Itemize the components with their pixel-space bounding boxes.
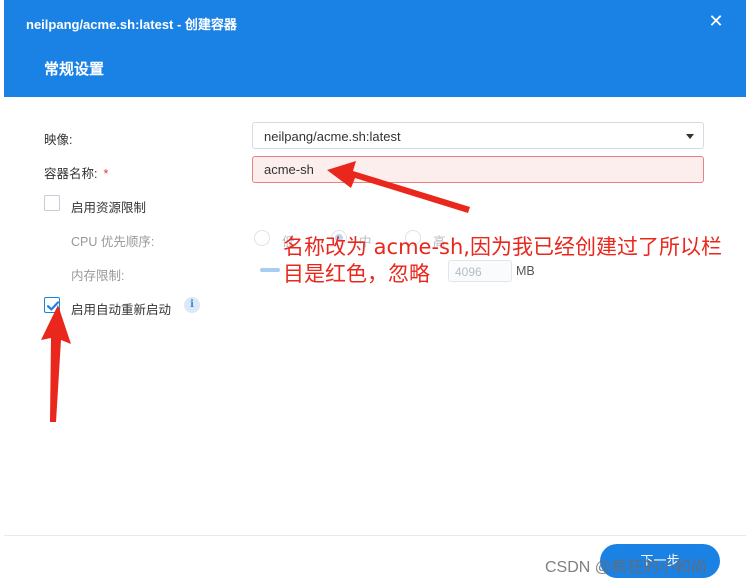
image-select[interactable]: neilpang/acme.sh:latest: [252, 122, 704, 149]
memory-slider[interactable]: [260, 268, 280, 272]
auto-restart-label: 启用自动重新启动: [71, 303, 172, 317]
tab-general-settings[interactable]: 常规设置: [44, 58, 104, 79]
close-icon[interactable]: ✕: [708, 12, 724, 30]
image-label: 映像:: [44, 133, 73, 147]
resource-limit-checkbox[interactable]: [44, 195, 60, 211]
resource-limit-label: 启用资源限制: [71, 201, 147, 215]
dialog-header: neilpang/acme.sh:latest - 创建容器 ✕ 常规设置: [4, 0, 746, 97]
container-name-input[interactable]: [252, 156, 704, 183]
auto-restart-checkbox[interactable]: [44, 297, 60, 313]
annotation-text: 名称改为 acme-sh,因为我已经创建过了所以栏目是红色，忽略: [283, 235, 722, 286]
image-select-value: neilpang/acme.sh:latest: [264, 129, 401, 144]
footer-divider: [4, 535, 746, 536]
info-icon[interactable]: i: [184, 297, 200, 313]
create-container-dialog: neilpang/acme.sh:latest - 创建容器 ✕ 常规设置 映像…: [0, 0, 750, 584]
chevron-down-icon: [686, 134, 694, 139]
memory-limit-label: 内存限制:: [71, 269, 125, 283]
cpu-priority-label: CPU 优先顺序:: [71, 235, 155, 249]
checkmark-icon: [46, 301, 60, 311]
watermark: CSDN @疯狂的小和尚: [545, 559, 708, 576]
required-mark: *: [103, 167, 109, 181]
cpu-radio-low[interactable]: [254, 230, 270, 246]
dialog-body: 映像: neilpang/acme.sh:latest 容器名称: * 启用资源限…: [4, 97, 746, 584]
dialog-title: neilpang/acme.sh:latest - 创建容器: [26, 17, 237, 32]
container-name-label: 容器名称: *: [44, 163, 108, 182]
container-name-label-text: 容器名称:: [44, 167, 98, 181]
